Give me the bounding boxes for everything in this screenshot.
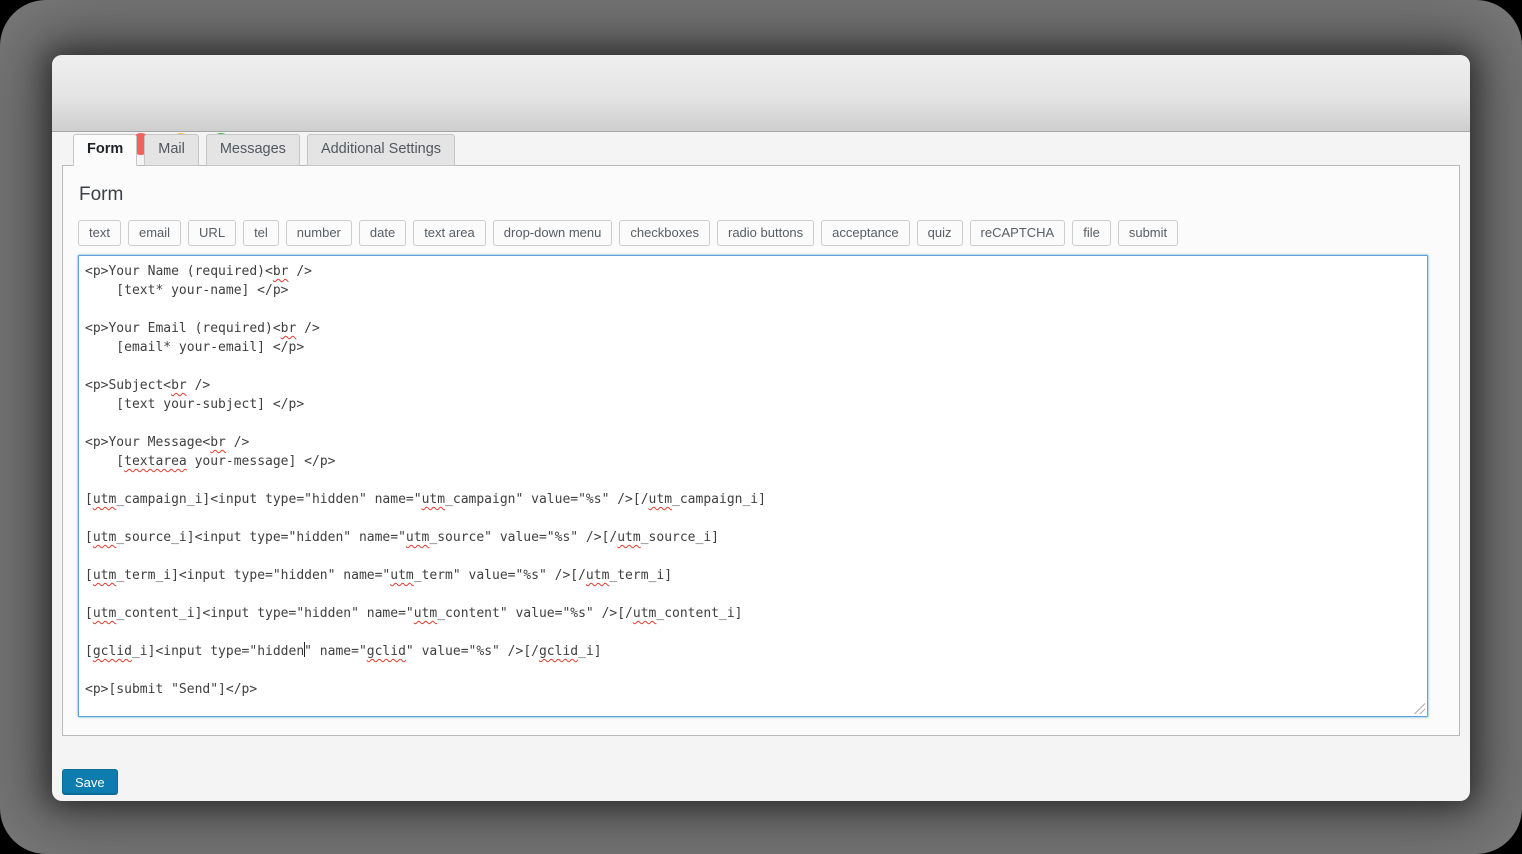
code-line — [85, 585, 1419, 604]
editor-tabbar: Form Mail Messages Additional Settings — [73, 134, 1460, 166]
desktop-backdrop: Form Mail Messages Additional Settings F… — [0, 0, 1522, 854]
code-line: [textarea your-message] </p> — [85, 452, 1419, 471]
tag-button-date[interactable]: date — [359, 220, 406, 246]
tag-button-email[interactable]: email — [128, 220, 181, 246]
text-caret — [304, 642, 306, 657]
tag-button-acceptance[interactable]: acceptance — [821, 220, 910, 246]
misspelled-word: utm — [633, 606, 656, 621]
tag-button-checkboxes[interactable]: checkboxes — [619, 220, 710, 246]
code-line: <p>Your Message<br /> — [85, 433, 1419, 452]
code-line: [utm_content_i]<input type="hidden" name… — [85, 604, 1419, 623]
code-line: [text* your-name] </p> — [85, 281, 1419, 300]
misspelled-word: br — [171, 378, 187, 393]
code-line: <p>Subject<br /> — [85, 376, 1419, 395]
code-line: [text your-subject] </p> — [85, 395, 1419, 414]
tag-button-text-area[interactable]: text area — [413, 220, 486, 246]
misspelled-word: utm — [422, 492, 445, 507]
code-line: [gclid_i]<input type="hidden" name="gcli… — [85, 642, 1419, 661]
misspelled-word: utm — [93, 568, 116, 583]
code-line — [85, 471, 1419, 490]
code-line: [utm_source_i]<input type="hidden" name=… — [85, 528, 1419, 547]
code-line — [85, 300, 1419, 319]
code-line: [utm_term_i]<input type="hidden" name="u… — [85, 566, 1419, 585]
tag-generator-row: text email URL tel number date text area… — [78, 220, 1444, 246]
misspelled-word: utm — [93, 606, 116, 621]
app-window: Form Mail Messages Additional Settings F… — [52, 55, 1470, 801]
tag-button-tel[interactable]: tel — [243, 220, 279, 246]
tab-mail[interactable]: Mail — [144, 134, 199, 166]
misspelled-word: utm — [93, 492, 116, 507]
misspelled-word: textarea — [124, 454, 187, 469]
misspelled-word: gclid — [93, 644, 132, 659]
misspelled-word: utm — [617, 530, 640, 545]
code-line: <p>[submit "Send"]</p> — [85, 680, 1419, 699]
tag-button-recaptcha[interactable]: reCAPTCHA — [970, 220, 1066, 246]
tag-button-submit[interactable]: submit — [1118, 220, 1178, 246]
misspelled-word: br — [273, 264, 289, 279]
code-line: <p>Your Email (required)<br /> — [85, 319, 1419, 338]
panel-title: Form — [79, 184, 1444, 206]
code-line: <p>Your Name (required)<br /> — [85, 262, 1419, 281]
tag-button-text[interactable]: text — [78, 220, 121, 246]
window-titlebar[interactable] — [52, 55, 1470, 132]
code-line — [85, 547, 1419, 566]
misspelled-word: br — [210, 435, 226, 450]
code-line — [85, 414, 1419, 433]
misspelled-word: gclid — [367, 644, 406, 659]
misspelled-word: br — [281, 321, 297, 336]
misspelled-word: utm — [414, 606, 437, 621]
code-line: [email* your-email] </p> — [85, 338, 1419, 357]
misspelled-word: utm — [586, 568, 609, 583]
save-button[interactable]: Save — [62, 769, 118, 795]
misspelled-word: utm — [406, 530, 429, 545]
misspelled-word: utm — [390, 568, 413, 583]
code-line — [85, 357, 1419, 376]
code-line — [85, 661, 1419, 680]
form-panel: Form text email URL tel number date text… — [62, 165, 1460, 736]
form-template-editor[interactable]: <p>Your Name (required)<br /> [text* you… — [78, 255, 1428, 717]
code-line — [85, 623, 1419, 642]
save-row: Save — [62, 769, 1460, 795]
window-content: Form Mail Messages Additional Settings F… — [52, 132, 1470, 795]
tag-button-radio-buttons[interactable]: radio buttons — [717, 220, 814, 246]
tag-button-url[interactable]: URL — [188, 220, 236, 246]
resize-grip-icon[interactable] — [1413, 702, 1425, 714]
misspelled-word: utm — [93, 530, 116, 545]
tab-additional-settings[interactable]: Additional Settings — [307, 134, 455, 166]
tag-button-quiz[interactable]: quiz — [917, 220, 963, 246]
tab-form[interactable]: Form — [73, 134, 137, 166]
tag-button-number[interactable]: number — [286, 220, 352, 246]
tag-button-file[interactable]: file — [1072, 220, 1111, 246]
code-line: [utm_campaign_i]<input type="hidden" nam… — [85, 490, 1419, 509]
code-line — [85, 509, 1419, 528]
misspelled-word: utm — [649, 492, 672, 507]
tag-button-drop-down-menu[interactable]: drop-down menu — [493, 220, 613, 246]
tab-messages[interactable]: Messages — [206, 134, 300, 166]
misspelled-word: gclid — [539, 644, 578, 659]
